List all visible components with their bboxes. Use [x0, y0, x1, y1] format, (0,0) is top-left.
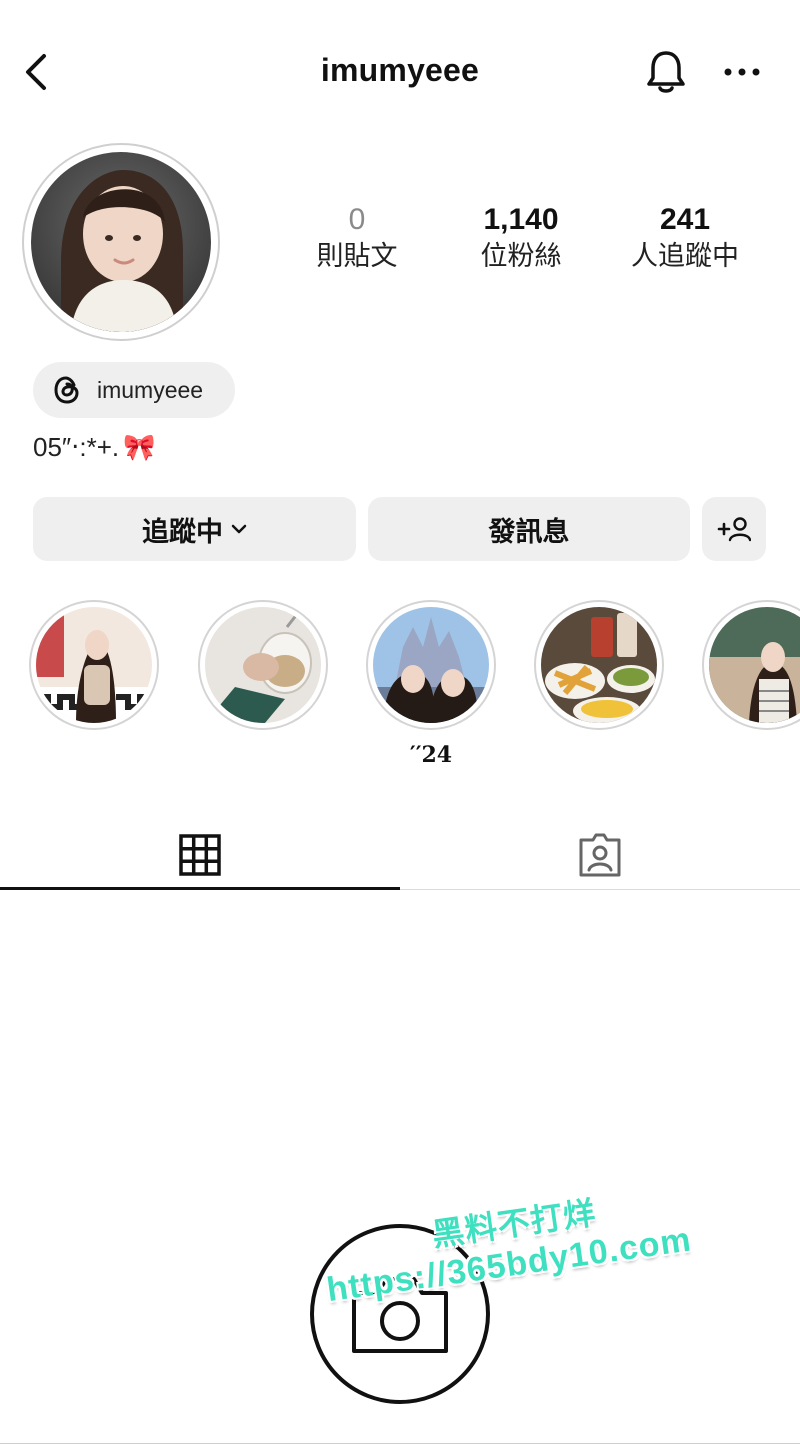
followers-stat[interactable]: 1,140 位粉絲 [441, 202, 601, 274]
ribbon-icon: 🎀 [123, 432, 156, 462]
posts-count: 0 [348, 203, 366, 236]
highlight-1[interactable] [29, 600, 159, 730]
active-tab-indicator [0, 887, 400, 890]
grid-icon [179, 834, 221, 876]
add-person-icon [717, 517, 751, 542]
tab-posts-grid[interactable] [0, 820, 400, 890]
tagged-person-icon [579, 833, 621, 877]
more-options-button[interactable] [718, 52, 766, 92]
bio-text: 05″‧:*+. [33, 432, 120, 462]
chevron-down-icon [231, 524, 247, 534]
posts-label: 則貼文 [316, 241, 398, 271]
bottom-divider [0, 1443, 800, 1444]
highlight-cover [709, 607, 800, 723]
threads-handle: imumyeee [97, 376, 204, 403]
following-button-label: 追蹤中 [142, 516, 223, 547]
following-label: 人追蹤中 [631, 241, 739, 271]
highlight-cover [205, 607, 321, 723]
followers-count: 1,140 [483, 203, 559, 236]
tab-tagged[interactable] [400, 820, 800, 890]
posts-stat[interactable]: 0 則貼文 [277, 202, 437, 274]
profile-avatar[interactable] [22, 143, 220, 341]
threads-icon [51, 374, 83, 406]
highlight-cover [36, 607, 152, 723]
profile-bio: 05″‧:*+. 🎀 [33, 432, 156, 463]
highlight-5[interactable] [702, 600, 800, 730]
threads-badge[interactable]: imumyeee [33, 362, 235, 418]
highlight-2[interactable] [198, 600, 328, 730]
highlight-cover [541, 607, 657, 723]
suggested-users-button[interactable] [702, 497, 766, 561]
following-stat[interactable]: 241 人追蹤中 [605, 202, 765, 274]
watermark: 黑料不打烊 https://365bdy10.com [318, 1175, 694, 1310]
following-button[interactable]: 追蹤中 [33, 497, 356, 561]
more-horizontal-icon [724, 68, 760, 76]
bell-icon [647, 51, 685, 93]
highlight-cover [373, 607, 489, 723]
followers-label: 位粉絲 [480, 241, 562, 271]
message-button[interactable]: 發訊息 [368, 497, 690, 561]
notification-button[interactable] [640, 44, 692, 100]
highlight-4[interactable] [534, 600, 664, 730]
highlight-3-label: ′′24 [409, 742, 453, 768]
following-count: 241 [659, 203, 711, 236]
highlight-3[interactable] [366, 600, 496, 730]
avatar-photo [31, 152, 211, 332]
tab-divider [400, 889, 800, 890]
